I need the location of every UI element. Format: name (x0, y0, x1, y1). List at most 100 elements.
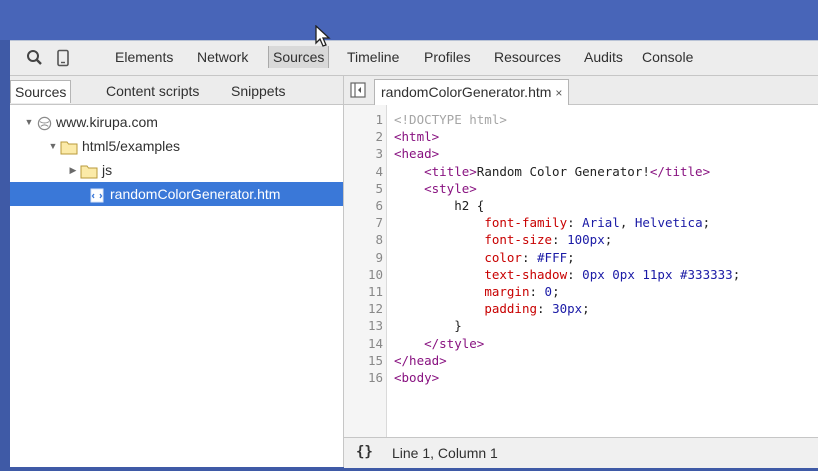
code-line: 7 font-family: Arial, Helvetica; (344, 214, 818, 231)
tree-item-subfolder[interactable]: ▶ js (10, 158, 343, 182)
device-mode-icon[interactable] (54, 49, 72, 67)
line-number[interactable]: 4 (344, 163, 383, 180)
code-token: #FFF (537, 249, 568, 265)
line-number[interactable]: 13 (344, 317, 383, 334)
code-token: 0 (544, 284, 553, 299)
code-text: font-family: Arial, Helvetica; (394, 214, 710, 231)
file-icon (90, 186, 104, 210)
tab-resources[interactable]: Resources (490, 46, 565, 68)
main-toolbar: Elements Network Sources Timeline Profil… (10, 41, 818, 76)
code-line: 5 <style> (344, 180, 818, 197)
code-token: : (552, 232, 568, 248)
expand-arrow-icon[interactable]: ▼ (48, 134, 58, 158)
code-line: 14 </style> (344, 335, 818, 352)
line-number[interactable]: 8 (344, 231, 383, 248)
navigator-tab-sources[interactable]: Sources (10, 80, 72, 103)
code-text: } (394, 317, 462, 334)
code-text: font-size: 100px; (394, 231, 612, 248)
code-token: ; (552, 284, 560, 299)
code-token: Helvetica (634, 215, 703, 231)
code-token: h2 { (394, 198, 485, 213)
code-token: margin (484, 284, 530, 299)
collapse-arrow-icon[interactable]: ▶ (68, 158, 78, 182)
code-text: h2 { (394, 197, 484, 214)
code-text: </style> (394, 335, 484, 352)
line-number[interactable]: 15 (344, 352, 383, 369)
code-token: font-size (484, 232, 553, 248)
close-tab-icon[interactable]: × (555, 86, 562, 100)
line-number[interactable]: 12 (344, 300, 383, 317)
code-token: : (529, 284, 545, 299)
code-token: : (521, 249, 538, 265)
code-text: padding: 30px; (394, 300, 590, 317)
line-number[interactable]: 9 (344, 249, 383, 266)
code-line: 10 text-shadow: 0px 0px 11px #333333; (344, 266, 818, 283)
tab-console[interactable]: Console (638, 46, 697, 68)
code-line: 12 padding: 30px; (344, 300, 818, 317)
tree-item-folder[interactable]: ▼ html5/examples (10, 134, 343, 158)
code-token: 100px (567, 232, 605, 248)
tree-item-domain[interactable]: ▼ www.kirupa.com (10, 110, 343, 134)
code-editor[interactable]: 1 <!DOCTYPE html> 2 <html> 3 <head> 4 <title>R… (344, 105, 818, 437)
code-line: 15 </head> (344, 352, 818, 369)
tab-profiles[interactable]: Profiles (420, 46, 475, 68)
toggle-navigator-icon[interactable] (350, 82, 366, 101)
code-token: padding (484, 301, 537, 317)
line-number[interactable]: 11 (344, 283, 383, 300)
navigator-tab-content-scripts[interactable]: Content scripts (102, 80, 203, 102)
line-number[interactable]: 1 (344, 111, 383, 128)
code-token: ; (582, 301, 590, 317)
code-text: <title>Random Color Generator!</title> (394, 163, 710, 180)
code-text: <head> (394, 145, 439, 162)
devtools-panel: Elements Network Sources Timeline Profil… (10, 40, 818, 468)
search-icon[interactable] (26, 49, 44, 67)
code-line: 6 h2 { (344, 197, 818, 214)
navigator-tab-snippets[interactable]: Snippets (227, 80, 289, 102)
code-token: <body> (394, 370, 440, 385)
code-token: , (619, 215, 635, 231)
tab-elements[interactable]: Elements (111, 46, 177, 68)
line-number[interactable]: 7 (344, 214, 383, 231)
code-line: 1 <!DOCTYPE html> (344, 111, 818, 128)
line-number[interactable]: 2 (344, 128, 383, 145)
code-token: : (537, 301, 553, 317)
line-number[interactable]: 16 (344, 369, 383, 386)
line-number[interactable]: 14 (344, 335, 383, 352)
code-line: 3 <head> (344, 145, 818, 162)
tree-item-file[interactable]: randomColorGenerator.htm (10, 182, 343, 206)
code-token: ; (567, 249, 575, 265)
line-number[interactable]: 10 (344, 266, 383, 283)
code-text: <!DOCTYPE html> (394, 111, 507, 128)
code-token: </style> (424, 335, 485, 351)
sources-navigator: Sources Content scripts Snippets ▼ www.k… (10, 76, 344, 467)
code-text: <html> (394, 128, 439, 145)
code-text: margin: 0; (394, 283, 560, 300)
code-text: text-shadow: 0px 0px 11px #333333; (394, 266, 740, 283)
pretty-print-button[interactable]: {} (356, 444, 373, 460)
code-token: : (567, 215, 583, 231)
editor-tab-file[interactable]: randomColorGenerator.htm × (374, 79, 570, 105)
tab-audits[interactable]: Audits (580, 46, 627, 68)
expand-arrow-icon[interactable]: ▼ (24, 110, 34, 134)
tab-network[interactable]: Network (193, 46, 252, 68)
code-token: color (484, 249, 522, 265)
code-token: Arial (582, 215, 620, 231)
code-token: Random Color Generator! (476, 163, 650, 179)
subfolder-label: js (102, 162, 113, 178)
mouse-cursor-icon (314, 24, 334, 49)
editor-tab-label: randomColorGenerator.htm (381, 84, 552, 100)
tab-timeline[interactable]: Timeline (343, 46, 403, 68)
code-line: 13 } (344, 317, 818, 334)
editor-tab-strip: randomColorGenerator.htm × (344, 76, 818, 105)
code-token: text-shadow (484, 266, 568, 282)
line-number[interactable]: 5 (344, 180, 383, 197)
code-token: <style> (424, 180, 477, 196)
tab-sources[interactable]: Sources (268, 46, 330, 68)
line-number[interactable]: 6 (344, 197, 383, 214)
line-number[interactable]: 3 (344, 145, 383, 162)
